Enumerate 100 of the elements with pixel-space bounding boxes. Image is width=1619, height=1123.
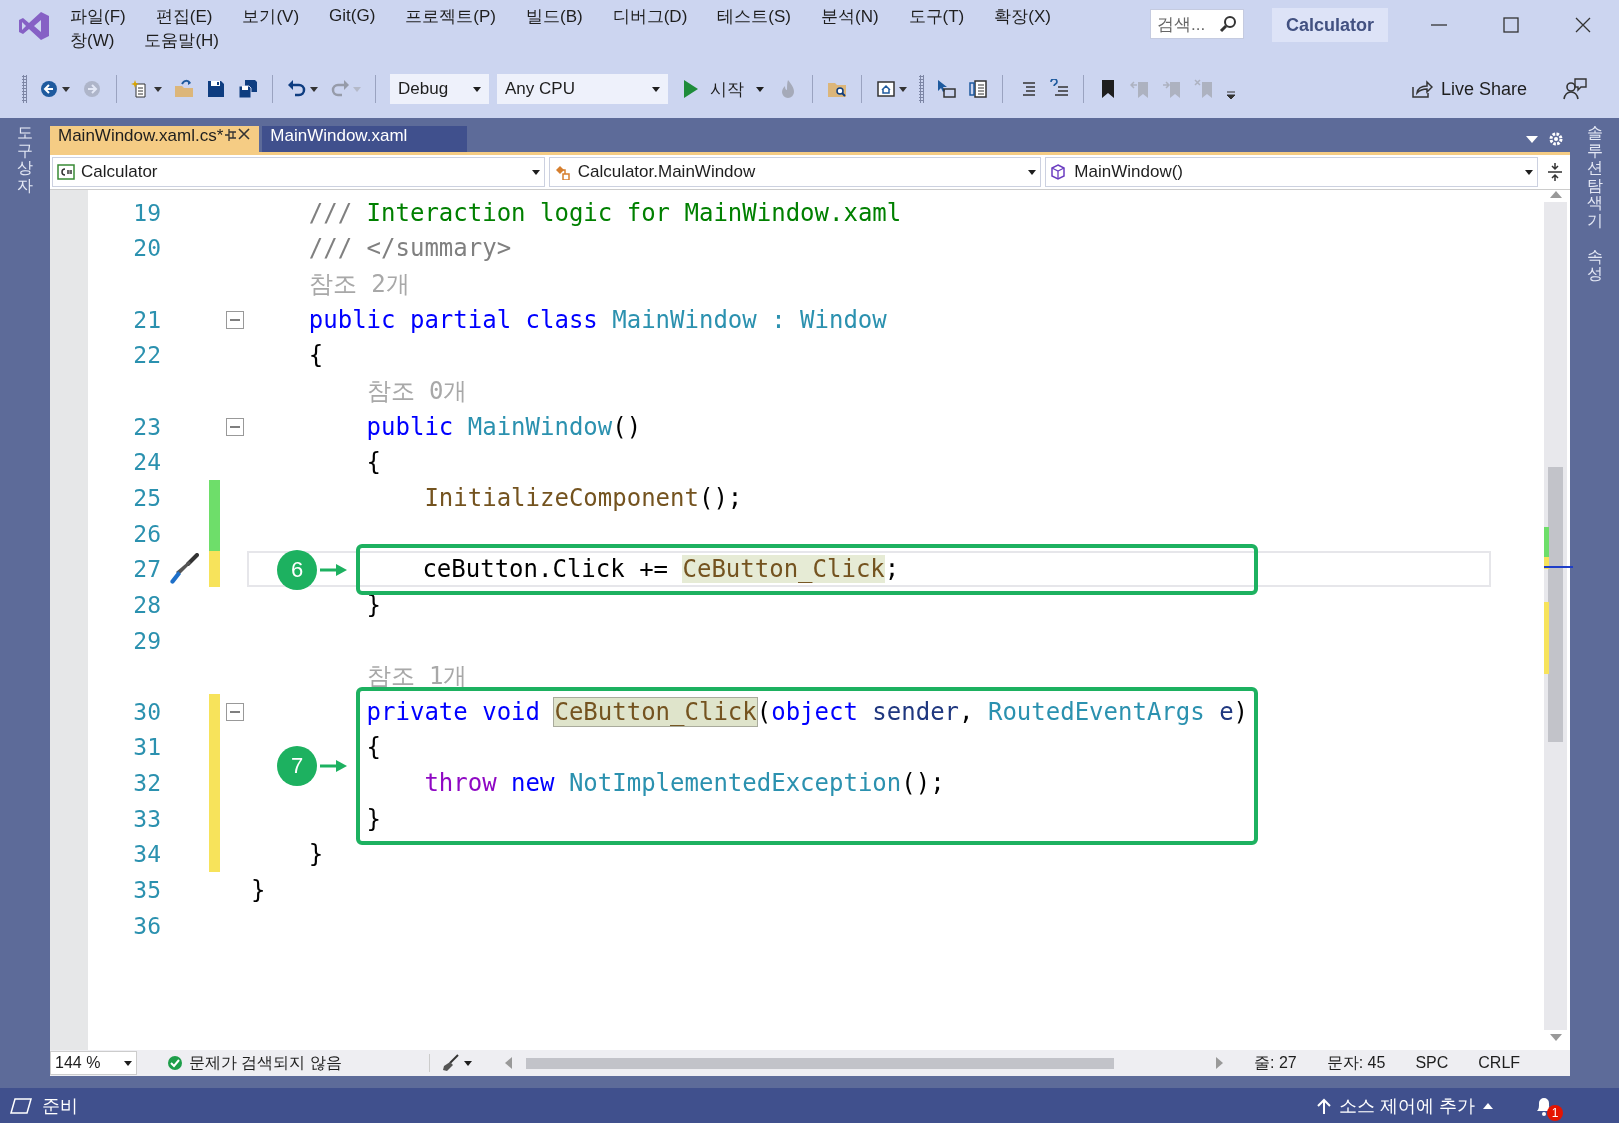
menu-item[interactable]: 분석(N) xyxy=(812,5,901,27)
line-number: 24 xyxy=(132,449,161,476)
line-number: 21 xyxy=(132,306,161,333)
scrollbar-thumb[interactable] xyxy=(1548,467,1563,742)
callout-number: 6 xyxy=(277,549,317,590)
caret-icon xyxy=(652,86,660,92)
collapse-icon[interactable] xyxy=(226,310,244,329)
line-indicator: 줄: 27 xyxy=(1254,1052,1297,1073)
start-button[interactable]: 시작 xyxy=(678,74,770,104)
line-number: 34 xyxy=(132,841,161,868)
caret-icon xyxy=(154,86,162,92)
caret-position-mark xyxy=(1544,566,1573,568)
scroll-left-icon[interactable] xyxy=(504,1057,512,1069)
overflow-icon xyxy=(1226,91,1236,99)
caret-icon xyxy=(310,86,318,92)
share-icon xyxy=(1410,79,1433,99)
dropdown[interactable]: Any CPU xyxy=(497,74,668,104)
line-number: 19 xyxy=(132,199,161,226)
caret-up-icon xyxy=(1483,1102,1493,1109)
caret-icon xyxy=(1028,169,1037,175)
live-share-button[interactable]: Live Share xyxy=(1404,73,1533,105)
caret-icon xyxy=(62,86,70,92)
menu-item[interactable]: Git(G) xyxy=(321,5,398,27)
side-tab[interactable]: 속성 xyxy=(1586,247,1603,283)
screwdriver-icon[interactable] xyxy=(167,553,199,586)
caret-icon xyxy=(473,86,481,92)
document-tab[interactable]: MainWindow.xaml.cs* xyxy=(50,126,260,152)
arrow-icon xyxy=(320,759,347,773)
caret-icon xyxy=(756,86,764,92)
menu-item[interactable]: 창(W) xyxy=(62,29,137,51)
brush-icon xyxy=(442,1054,460,1072)
window-title: Calculator xyxy=(1272,8,1389,42)
side-tab[interactable]: 도구 상자 xyxy=(17,124,33,195)
line-number: 27 xyxy=(132,556,161,583)
menu-item[interactable]: 빌드(B) xyxy=(518,5,605,27)
side-tab[interactable]: 솔루션 탐색기 xyxy=(1586,124,1603,230)
caret-icon xyxy=(464,1060,472,1066)
caret-icon xyxy=(531,169,540,175)
callout-number: 7 xyxy=(277,746,317,786)
search-icon xyxy=(1219,15,1237,33)
dropdown[interactable]: Debug xyxy=(390,74,489,104)
tab-list-icon[interactable] xyxy=(1526,135,1538,143)
line-number: 36 xyxy=(132,912,161,939)
code-line: { xyxy=(366,733,382,762)
line-ending-indicator: CRLF xyxy=(1478,1054,1521,1072)
navigation-dropdown[interactable]: MainWindow() xyxy=(1045,157,1538,187)
document-tab[interactable]: MainWindow.xaml xyxy=(262,126,468,152)
navigation-dropdown[interactable]: Calculator.MainWindow xyxy=(548,157,1042,187)
zoom-dropdown[interactable]: 144 % xyxy=(50,1051,137,1075)
menu-item[interactable]: 보기(V) xyxy=(234,5,322,27)
maximize-icon xyxy=(1503,17,1519,33)
caret-icon xyxy=(124,1060,132,1066)
scrollbar-thumb[interactable] xyxy=(526,1058,1114,1069)
collapse-icon[interactable] xyxy=(226,417,244,436)
search-field[interactable]: 검색... xyxy=(1150,9,1244,39)
open-folder-icon xyxy=(174,79,194,99)
code-cleanup-button[interactable] xyxy=(429,1054,472,1072)
pin-icon[interactable] xyxy=(223,127,238,141)
menu-item[interactable]: 프로젝트(P) xyxy=(397,5,518,27)
line-number: 22 xyxy=(132,342,161,369)
save-icon xyxy=(206,79,226,99)
line-number: 28 xyxy=(132,591,161,618)
caret-icon xyxy=(899,86,907,92)
code-line: } xyxy=(251,876,266,904)
scroll-down-icon[interactable] xyxy=(1549,1034,1562,1042)
source-control-button[interactable]: 소스 제어에 추가 xyxy=(1317,1093,1493,1118)
split-icon xyxy=(1547,162,1563,182)
scroll-right-icon[interactable] xyxy=(1216,1057,1224,1069)
settings-icon[interactable] xyxy=(1548,131,1564,147)
navigation-dropdown[interactable]: Calculator xyxy=(52,157,545,187)
menu-item[interactable]: 도구(T) xyxy=(900,5,987,27)
caret-icon xyxy=(353,86,361,92)
close-icon[interactable] xyxy=(237,127,252,141)
code-line: { xyxy=(308,341,324,370)
forward-icon xyxy=(82,79,102,99)
line-number: 23 xyxy=(132,413,161,440)
person-icon xyxy=(1563,78,1587,100)
menu-item[interactable]: 테스트(S) xyxy=(709,5,813,27)
menu-item[interactable]: 도움말(H) xyxy=(136,29,241,51)
ready-icon xyxy=(10,1097,32,1114)
line-number: 25 xyxy=(132,484,161,511)
line-number: 29 xyxy=(132,627,161,654)
menu-item[interactable]: 확장(X) xyxy=(986,5,1073,27)
code-line: { xyxy=(366,448,382,477)
collapse-icon[interactable] xyxy=(226,702,244,721)
code-line: } xyxy=(366,804,382,833)
code-line: /// Interaction logic for MainWindow.xaml xyxy=(308,198,902,227)
change-mark xyxy=(1544,602,1549,674)
menu-item[interactable]: 편집(E) xyxy=(147,5,235,27)
line-number: 20 xyxy=(132,235,161,262)
bookmark-clear-icon xyxy=(1194,79,1214,99)
code-line: ceButton.Click += CeButton_Click; xyxy=(422,555,900,584)
line-number: 26 xyxy=(132,520,161,547)
back-icon xyxy=(39,79,59,99)
code-line: public partial class MainWindow : Window xyxy=(308,305,887,334)
horizontal-scrollbar[interactable] xyxy=(504,1055,1224,1071)
menu-item[interactable]: 디버그(D) xyxy=(604,5,710,27)
feedback-button[interactable] xyxy=(1563,78,1587,100)
bookmark-next-icon xyxy=(1162,79,1182,99)
menu-item[interactable]: 파일(F) xyxy=(62,5,148,27)
